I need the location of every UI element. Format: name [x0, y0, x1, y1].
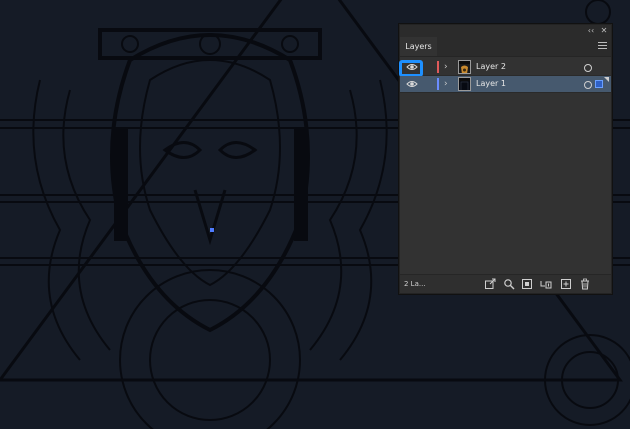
double-chevron-icon[interactable]: ‹‹: [585, 25, 597, 37]
search-icon[interactable]: [503, 278, 515, 290]
layer-name[interactable]: Layer 2: [476, 59, 506, 75]
selection-indicator[interactable]: [595, 80, 603, 88]
layer-count: 2 La...: [404, 280, 426, 288]
layers-list: › Layer 2 › Layer 1: [399, 59, 611, 295]
eye-icon[interactable]: [406, 79, 418, 89]
chevron-right-icon[interactable]: ›: [444, 59, 452, 75]
layer-color-strip: [437, 61, 439, 73]
tab-layers[interactable]: Layers: [400, 37, 437, 56]
clip-mask-icon[interactable]: [521, 278, 533, 290]
selected-art-indicator: [604, 77, 609, 82]
hamburger-menu-icon[interactable]: [598, 42, 607, 50]
sublayer-icon[interactable]: [540, 278, 552, 290]
lock-toggle[interactable]: [422, 76, 434, 92]
panel-footer: 2 La...: [400, 274, 611, 293]
new-layer-icon[interactable]: [560, 278, 572, 290]
layer-name[interactable]: Layer 1: [476, 76, 506, 92]
anchor-point: [210, 228, 214, 232]
lock-toggle[interactable]: [422, 59, 434, 75]
export-icon[interactable]: [484, 278, 496, 290]
panel-title-bar[interactable]: ‹‹ ✕: [400, 25, 611, 37]
eye-icon[interactable]: [406, 62, 418, 72]
chevron-right-icon[interactable]: ›: [444, 76, 452, 92]
layer-color-strip: [437, 78, 439, 90]
panel-tab-bar: Layers: [400, 37, 611, 57]
close-icon[interactable]: ✕: [598, 25, 610, 37]
delete-icon[interactable]: [579, 278, 591, 290]
layers-panel: ‹‹ ✕ Layers › Layer 2 › Layer 1 2 La...: [399, 24, 612, 294]
target-circle-icon[interactable]: [584, 81, 592, 89]
target-circle-icon[interactable]: [584, 64, 592, 72]
layer-row-layer-1[interactable]: › Layer 1: [400, 76, 611, 93]
layer-thumbnail: [458, 60, 471, 74]
layer-row-layer-2[interactable]: › Layer 2: [399, 59, 611, 77]
layer-thumbnail: [458, 77, 471, 91]
